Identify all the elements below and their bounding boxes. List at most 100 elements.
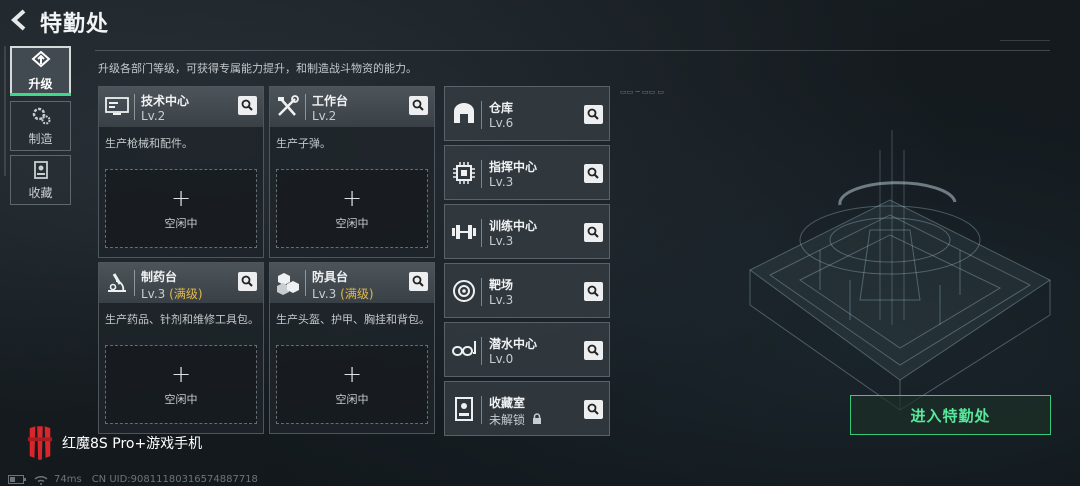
search-icon <box>587 403 599 415</box>
facility-card-pharmacy[interactable]: 制药台 Lv.3 (满级) 生产药品、针剂和维修工具包。 + 空闲中 <box>98 262 264 434</box>
facility-row-warehouse[interactable]: 仓库 Lv.6 <box>444 86 610 141</box>
tab-craft[interactable]: 制造 <box>10 101 71 151</box>
card-search-button[interactable] <box>238 272 257 291</box>
diving-mask-icon <box>452 341 476 356</box>
red-magic-logo-icon <box>27 426 53 460</box>
row-name: 训练中心 <box>489 219 538 233</box>
row-search-button[interactable] <box>584 282 603 301</box>
facility-card-workbench[interactable]: 工作台 Lv.2 生产子弹。 + 空闲中 <box>269 86 435 258</box>
collection-icon <box>33 160 48 179</box>
card-divider <box>134 94 135 120</box>
row-level: Lv.3 <box>489 293 514 307</box>
status-footer: 74ms CN UID:9081118031657488​7718 <box>8 474 268 485</box>
search-icon <box>587 108 599 120</box>
row-name: 仓库 <box>489 101 514 115</box>
watermark-text: 红魔8S Pro+游戏手机 <box>62 436 203 452</box>
slot-status: 空闲中 <box>164 216 198 230</box>
card-name: 制药台 <box>141 270 178 284</box>
facility-row-training-center[interactable]: 训练中心 Lv.3 <box>444 204 610 259</box>
production-slot[interactable]: + 空闲中 <box>105 345 257 424</box>
row-level: Lv.3 <box>489 234 514 248</box>
facility-row-shooting-range[interactable]: 靶场 Lv.3 <box>444 263 610 318</box>
search-icon <box>241 275 253 287</box>
row-level: 未解锁 <box>489 411 542 428</box>
chip-icon <box>453 162 475 184</box>
header-divider-accent <box>1000 40 1050 41</box>
row-search-button[interactable] <box>584 400 603 419</box>
facility-card-tech-center[interactable]: 技术中心 Lv.2 生产枪械和配件。 + 空闲中 <box>98 86 264 258</box>
header-divider <box>95 50 1050 51</box>
card-description: 生产药品、针剂和维修工具包。 <box>105 313 259 326</box>
section-description: 升级各部门等级，可获得专属能力提升，和制造战斗物资的能力。 <box>98 62 417 75</box>
max-level-tag: (满级) <box>340 287 374 301</box>
tab-upgrade[interactable]: 升级 <box>10 46 71 96</box>
tab-label: 制造 <box>28 131 53 146</box>
card-level-value: Lv.3 <box>141 287 166 301</box>
warehouse-icon <box>454 103 474 123</box>
slot-status: 空闲中 <box>335 216 369 230</box>
card-divider <box>134 270 135 296</box>
card-level: Lv.2 <box>312 109 336 123</box>
upgrade-icon <box>30 50 51 67</box>
battery-icon <box>8 475 26 484</box>
player-uid: CN UID:9081118031657488​7718 <box>91 474 258 485</box>
card-divider <box>305 270 306 296</box>
page-title: 特勤处 <box>40 12 110 37</box>
row-divider <box>481 396 482 424</box>
target-icon <box>453 280 475 302</box>
search-icon <box>412 99 424 111</box>
card-header: 技术中心 Lv.2 <box>99 87 263 127</box>
card-level: Lv.2 <box>141 109 165 123</box>
slot-status: 空闲中 <box>335 392 369 406</box>
tab-scroll-track <box>4 46 6 176</box>
card-search-button[interactable] <box>238 96 257 115</box>
facility-row-collection-room[interactable]: 收藏室 未解锁 <box>444 381 610 436</box>
search-icon <box>587 226 599 238</box>
display-case-icon <box>455 397 473 421</box>
card-search-button[interactable] <box>409 272 428 291</box>
add-icon: + <box>170 359 192 388</box>
armor-boxes-icon <box>277 273 299 295</box>
tab-label: 收藏 <box>28 185 53 200</box>
enter-button-label: 进入特勤处 <box>910 406 991 425</box>
tab-collection[interactable]: 收藏 <box>10 155 71 205</box>
ping-value: 74ms <box>54 474 82 485</box>
tools-icon <box>278 95 299 116</box>
add-icon: + <box>170 183 192 212</box>
dumbbell-icon <box>452 225 476 239</box>
add-icon: + <box>341 183 363 212</box>
card-level: Lv.3 (满级) <box>141 285 203 302</box>
card-search-button[interactable] <box>409 96 428 115</box>
gears-icon <box>32 107 50 124</box>
lock-icon <box>532 413 541 424</box>
back-arrow-icon[interactable] <box>8 8 30 32</box>
row-search-button[interactable] <box>584 341 603 360</box>
card-description: 生产枪械和配件。 <box>105 137 193 150</box>
base-hologram-illustration <box>749 130 1051 411</box>
row-search-button[interactable] <box>584 223 603 242</box>
production-slot[interactable]: + 空闲中 <box>276 345 428 424</box>
card-level-value: Lv.2 <box>141 109 166 123</box>
microscope-icon <box>108 273 126 292</box>
computer-icon <box>105 97 129 115</box>
row-divider <box>481 337 482 365</box>
row-search-button[interactable] <box>584 105 603 124</box>
card-header: 防具台 Lv.3 (满级) <box>270 263 434 303</box>
row-level: Lv.0 <box>489 352 514 366</box>
enter-special-ops-button[interactable]: 进入特勤处 <box>850 395 1051 435</box>
row-divider <box>481 101 482 129</box>
card-description: 生产头盔、护甲、胸挂和背包。 <box>276 313 430 326</box>
hud-decoration: ▭▭ ─ ▭▭ ▭ <box>620 88 664 96</box>
facility-row-diving-center[interactable]: 潜水中心 Lv.0 <box>444 322 610 377</box>
production-slot[interactable]: + 空闲中 <box>105 169 257 248</box>
search-icon <box>412 275 424 287</box>
card-level: Lv.3 (满级) <box>312 285 374 302</box>
facility-card-armor-bench[interactable]: 防具台 Lv.3 (满级) 生产头盔、护甲、胸挂和背包。 + 空闲中 <box>269 262 435 434</box>
facility-row-command-center[interactable]: 指挥中心 Lv.3 <box>444 145 610 200</box>
row-search-button[interactable] <box>584 164 603 183</box>
card-level-value: Lv.2 <box>312 109 337 123</box>
production-slot[interactable]: + 空闲中 <box>276 169 428 248</box>
search-icon <box>241 99 253 111</box>
card-name: 工作台 <box>312 94 349 108</box>
wifi-icon <box>34 475 48 485</box>
